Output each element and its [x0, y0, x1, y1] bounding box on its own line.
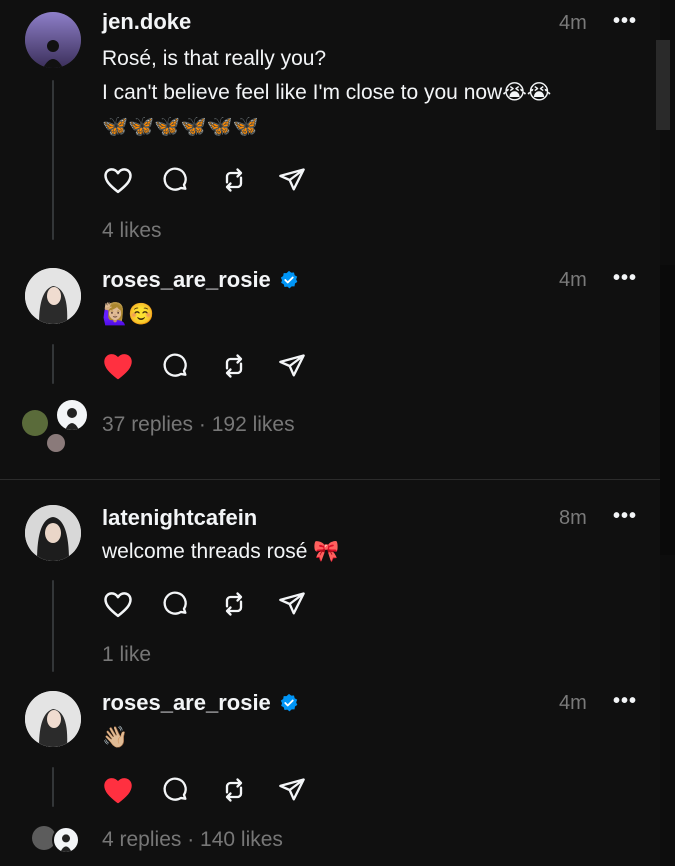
more-icon[interactable]: ••• [613, 690, 637, 713]
comment-button[interactable] [160, 350, 192, 382]
username-text: jen.doke [102, 9, 192, 34]
comment-button[interactable] [160, 164, 192, 196]
timestamp: 4m [559, 269, 587, 291]
comment-icon [163, 353, 187, 377]
avatar[interactable] [25, 691, 81, 747]
reply-avatar[interactable] [22, 410, 48, 436]
post-text-line: I can't believe feel like I'm close to y… [102, 81, 552, 104]
reply-avatar[interactable] [55, 398, 89, 432]
repost-button[interactable] [218, 588, 250, 620]
action-bar [102, 588, 308, 620]
repost-button[interactable] [218, 774, 250, 806]
share-button[interactable] [276, 164, 308, 196]
avatar[interactable] [25, 268, 81, 324]
repost-button[interactable] [218, 164, 250, 196]
avatar[interactable] [25, 12, 81, 68]
username[interactable]: jen.doke [102, 9, 191, 35]
post-text: 👋🏼 [102, 721, 128, 755]
post-text-line: Rosé, is that really you? [102, 47, 327, 70]
post-stats[interactable]: 4 replies · 140 likes [102, 828, 283, 852]
post-text-line: 🙋🏼‍♀️☺️ [102, 303, 155, 326]
like-button[interactable] [102, 588, 134, 620]
share-icon [279, 592, 305, 615]
repost-button[interactable] [218, 350, 250, 382]
username[interactable]: latenightcafein [102, 505, 257, 531]
username-text: roses_are_rosie [102, 690, 271, 715]
verified-icon [280, 693, 298, 712]
action-bar [102, 774, 308, 806]
like-button[interactable] [102, 164, 134, 196]
post-latenightcafein: latenightcafein 8m ••• welcome threads r… [0, 500, 660, 680]
post-text: welcome threads rosé 🎀 [102, 535, 339, 569]
comment-button[interactable] [160, 588, 192, 620]
post-stats[interactable]: 37 replies · 192 likes [102, 413, 295, 437]
post-text: Rosé, is that really you? I can't believ… [102, 42, 551, 144]
repost-icon [225, 778, 243, 802]
post-roses-are-rosie-2: roses_are_rosie 4m ••• 👋🏼 4 replies · 14… [0, 687, 660, 866]
repost-icon [225, 168, 243, 192]
share-button[interactable] [276, 774, 308, 806]
post-text-line: welcome threads rosé 🎀 [102, 540, 340, 563]
more-icon[interactable]: ••• [613, 267, 637, 290]
like-button[interactable] [102, 350, 134, 382]
repost-icon [225, 592, 243, 616]
heart-icon [104, 354, 132, 380]
post-stats[interactable]: 4 likes [102, 219, 162, 243]
thread-line [52, 344, 54, 384]
action-bar [102, 350, 308, 382]
more-icon[interactable]: ••• [613, 505, 637, 528]
timestamp: 4m [559, 12, 587, 34]
comment-icon [163, 591, 187, 615]
share-button[interactable] [276, 588, 308, 620]
more-icon[interactable]: ••• [613, 10, 637, 33]
comment-icon [163, 167, 187, 191]
comment-icon [163, 777, 187, 801]
verified-icon [280, 270, 298, 289]
username[interactable]: roses_are_rosie [102, 690, 299, 716]
thread-line [52, 80, 54, 240]
reply-avatar[interactable] [47, 434, 65, 452]
post-roses-are-rosie: roses_are_rosie 4m ••• 🙋🏼‍♀️☺️ 37 replie… [0, 262, 660, 477]
timestamp: 8m [559, 507, 587, 529]
thread-divider [0, 479, 660, 480]
heart-icon [104, 168, 132, 194]
post-text-line: 👋🏼 [102, 726, 129, 749]
post-text: 🙋🏼‍♀️☺️ [102, 298, 154, 332]
thread-line [52, 767, 54, 807]
share-icon [279, 778, 305, 801]
post-stats[interactable]: 1 like [102, 643, 151, 667]
post-text-line: 🦋🦋🦋🦋🦋🦋 [102, 115, 259, 138]
reply-avatar[interactable] [52, 826, 80, 854]
share-icon [279, 168, 305, 191]
heart-icon [104, 592, 132, 618]
avatar[interactable] [25, 505, 81, 561]
share-icon [279, 354, 305, 377]
heart-icon [104, 778, 132, 804]
share-button[interactable] [276, 350, 308, 382]
action-bar [102, 164, 308, 196]
like-button[interactable] [102, 774, 134, 806]
timestamp: 4m [559, 692, 587, 714]
username-text: roses_are_rosie [102, 267, 271, 292]
username[interactable]: roses_are_rosie [102, 267, 299, 293]
username-text: latenightcafein [102, 505, 258, 530]
background-edge-shade [660, 265, 675, 555]
post-jen-doke: jen.doke 4m ••• Rosé, is that really you… [0, 0, 660, 260]
repost-icon [225, 354, 243, 378]
thread-line [52, 580, 54, 672]
comment-button[interactable] [160, 774, 192, 806]
